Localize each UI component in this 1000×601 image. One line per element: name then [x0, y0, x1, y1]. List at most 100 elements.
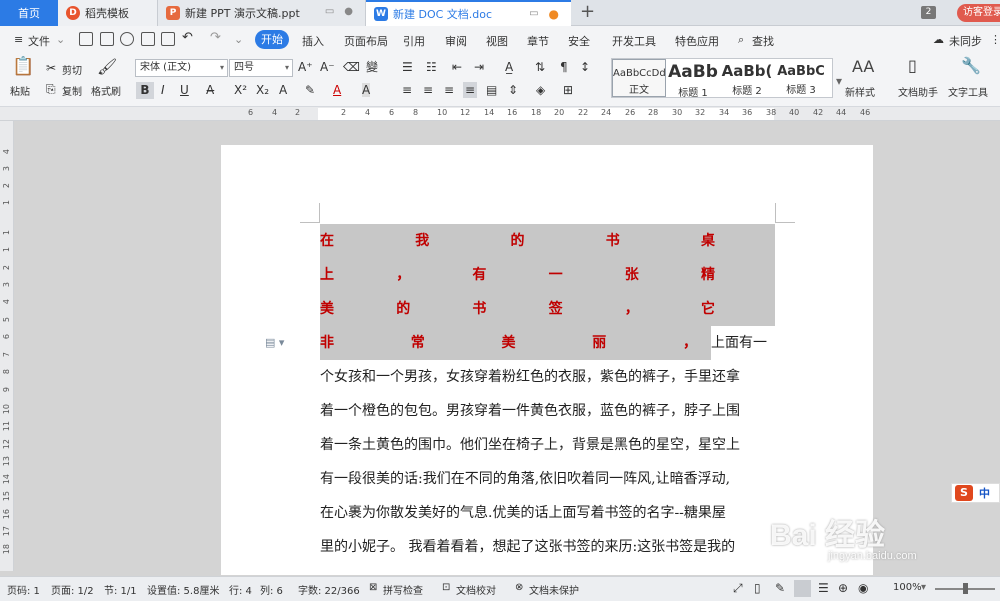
tab-close-icon[interactable]: ●: [344, 6, 353, 17]
paragraph-menu-icon[interactable]: ▤ ▾: [265, 336, 284, 349]
fullscreen-icon[interactable]: ⤢: [733, 581, 743, 596]
show-marks-icon[interactable]: ¶: [560, 60, 568, 74]
spell-check-icon[interactable]: ⊠: [369, 582, 377, 593]
font-name-select[interactable]: 宋体 (正文) ▾: [135, 59, 228, 77]
selected-line[interactable]: 在 我 的 书 桌: [320, 224, 775, 258]
wrench-icon[interactable]: 🔧: [961, 58, 981, 74]
protect-icon[interactable]: ⊗: [515, 582, 523, 593]
redo-icon[interactable]: ↷: [210, 30, 221, 45]
text-line[interactable]: 个女孩和一个男孩，女孩穿着粉红色的衣服，紫色的裤子，手里还拿: [320, 360, 775, 394]
text-line[interactable]: 在心裹为你散发美好的气息.优美的话上面写着书签的名字--糖果屋: [320, 496, 775, 530]
style-heading2[interactable]: AaBb( 标题 2: [720, 59, 774, 97]
cloud-icon[interactable]: ☁: [933, 33, 944, 46]
copy-button[interactable]: 复制: [62, 83, 82, 98]
chinese-layout-icon[interactable]: A̲: [505, 60, 513, 74]
grow-font-icon[interactable]: A⁺: [298, 60, 313, 74]
monitor-icon[interactable]: ▭: [325, 6, 334, 17]
style-normal[interactable]: AaBbCcDd 正文: [612, 59, 666, 97]
format-painter-button[interactable]: 格式刷: [91, 83, 121, 98]
quick-access-dropdown-icon[interactable]: ⌄: [234, 33, 243, 46]
menu-page-layout[interactable]: 页面布局: [344, 33, 388, 49]
clear-format-icon[interactable]: ⌫: [343, 60, 360, 74]
highlight-icon[interactable]: ✎: [305, 83, 315, 97]
shading-icon[interactable]: ◈: [536, 83, 545, 97]
vertical-ruler[interactable]: 4 3 2 1 1 1 2 3 4 5 6 7 8 9 10 11 12 13 14 15 16 17 18: [0, 121, 14, 571]
horizontal-ruler[interactable]: 6 4 2 2 4 6 8 10 12 14 16 18 20 22 24 26 28 30 32 34 36 38 40 4…: [0, 107, 1000, 121]
italic-icon[interactable]: I: [161, 83, 165, 97]
zoom-dropdown-icon[interactable]: ▾: [921, 582, 926, 593]
font-size-select[interactable]: 四号 ▾: [229, 59, 293, 77]
shrink-font-icon[interactable]: A⁻: [320, 60, 335, 74]
text-tools-button[interactable]: 文字工具: [948, 84, 988, 99]
phonetic-icon[interactable]: 變: [366, 60, 378, 74]
menu-security[interactable]: 安全: [568, 33, 590, 49]
zoom-slider-handle[interactable]: [963, 583, 968, 594]
align-center-icon[interactable]: ≡: [423, 83, 433, 97]
tab-home[interactable]: 首页: [0, 0, 58, 26]
doc-assistant-button[interactable]: 文档助手: [898, 84, 938, 99]
spell-check-button[interactable]: 拼写检查: [383, 582, 423, 597]
print-preview-icon[interactable]: [161, 32, 175, 46]
cut-icon[interactable]: ✂: [46, 61, 56, 75]
ime-mode[interactable]: 中: [979, 485, 990, 501]
text-line[interactable]: 着一条土黄色的围巾。他们坐在椅子上，背景是黑色的星空，星空上: [320, 428, 775, 462]
search-command[interactable]: 查找: [752, 33, 774, 49]
menu-home-tab[interactable]: 开始: [255, 30, 289, 49]
justify-icon[interactable]: ≡: [463, 82, 478, 98]
undo-icon[interactable]: ↶: [182, 30, 193, 45]
more-icon[interactable]: ⋮: [990, 33, 1000, 46]
outline-view-icon[interactable]: ☰: [818, 581, 829, 595]
text-effect-icon[interactable]: A: [279, 83, 287, 97]
status-section[interactable]: 节: 1/1: [104, 582, 137, 597]
monitor-icon[interactable]: ▭: [529, 8, 538, 20]
new-style-icon[interactable]: AA: [852, 59, 874, 75]
menu-view[interactable]: 视图: [486, 33, 508, 49]
selected-line[interactable]: 美 的 书 签 ， 它: [320, 292, 775, 326]
bold-icon[interactable]: B: [136, 82, 154, 99]
write-mode-icon[interactable]: ✎: [775, 581, 785, 595]
print-icon[interactable]: [141, 32, 155, 46]
sync-status[interactable]: 未同步: [949, 33, 982, 49]
paste-icon[interactable]: 📋: [12, 58, 34, 76]
bullet-list-icon[interactable]: ☰: [402, 60, 413, 74]
web-view-icon[interactable]: ⊕: [838, 581, 848, 595]
text-line[interactable]: 里的小妮子。 我看着看着，想起了这张书签的来历:这张书签是我的: [320, 530, 775, 564]
cut-button[interactable]: 剪切: [62, 62, 82, 77]
export-icon[interactable]: [120, 32, 134, 46]
new-tab-button[interactable]: +: [580, 2, 595, 22]
superscript-icon[interactable]: X²: [234, 83, 247, 97]
menu-section[interactable]: 章节: [527, 33, 549, 49]
strikethrough-icon[interactable]: A̶: [206, 83, 214, 97]
proofread-button[interactable]: 文档校对: [456, 582, 496, 597]
style-heading1[interactable]: AaBb 标题 1: [666, 59, 720, 99]
open-folder-icon[interactable]: [79, 32, 93, 46]
status-word-count[interactable]: 字数: 22/366: [298, 582, 360, 597]
format-painter-icon[interactable]: 🖌: [97, 59, 117, 75]
new-style-button[interactable]: 新样式: [845, 84, 875, 99]
proofread-icon[interactable]: ⊡: [442, 582, 450, 593]
unsaved-dot-icon[interactable]: ●: [549, 8, 559, 20]
eye-protection-icon[interactable]: ◉: [858, 581, 868, 595]
document-body[interactable]: 在 我 的 书 桌 上 ， 有 一 张 精 美 的 书 签 ， 它 非 常 美: [320, 224, 775, 564]
font-color-icon[interactable]: A: [333, 83, 341, 97]
status-page-number[interactable]: 页码: 1: [7, 582, 40, 597]
save-icon[interactable]: [100, 32, 114, 46]
selected-segment[interactable]: 非 常 美 丽 ，: [320, 326, 711, 360]
status-row[interactable]: 行: 4: [229, 582, 252, 597]
copy-icon[interactable]: ⎘: [46, 82, 56, 96]
protect-status[interactable]: 文档未保护: [529, 582, 579, 597]
chevron-down-icon[interactable]: ⌄: [56, 33, 65, 46]
paste-button[interactable]: 粘贴: [10, 83, 30, 98]
menu-file[interactable]: 文件: [28, 33, 50, 49]
tab-doc[interactable]: W 新建 DOC 文档.doc ▭ ●: [366, 0, 571, 26]
menu-review[interactable]: 审阅: [445, 33, 467, 49]
hamburger-icon[interactable]: ≡: [14, 33, 23, 46]
sort-icon[interactable]: ⇅: [535, 60, 545, 74]
align-left-icon[interactable]: ≡: [402, 83, 412, 97]
underline-icon[interactable]: U: [180, 83, 189, 97]
distributed-icon[interactable]: ▤: [486, 83, 497, 97]
window-count-badge[interactable]: 2: [921, 6, 936, 19]
doc-assistant-icon[interactable]: ▯: [908, 58, 917, 74]
text-line[interactable]: 有一段很美的话:我们在不同的角落,依旧吹着同一阵风,让暗香浮动,: [320, 462, 775, 496]
numbered-list-icon[interactable]: ☷: [426, 60, 437, 74]
